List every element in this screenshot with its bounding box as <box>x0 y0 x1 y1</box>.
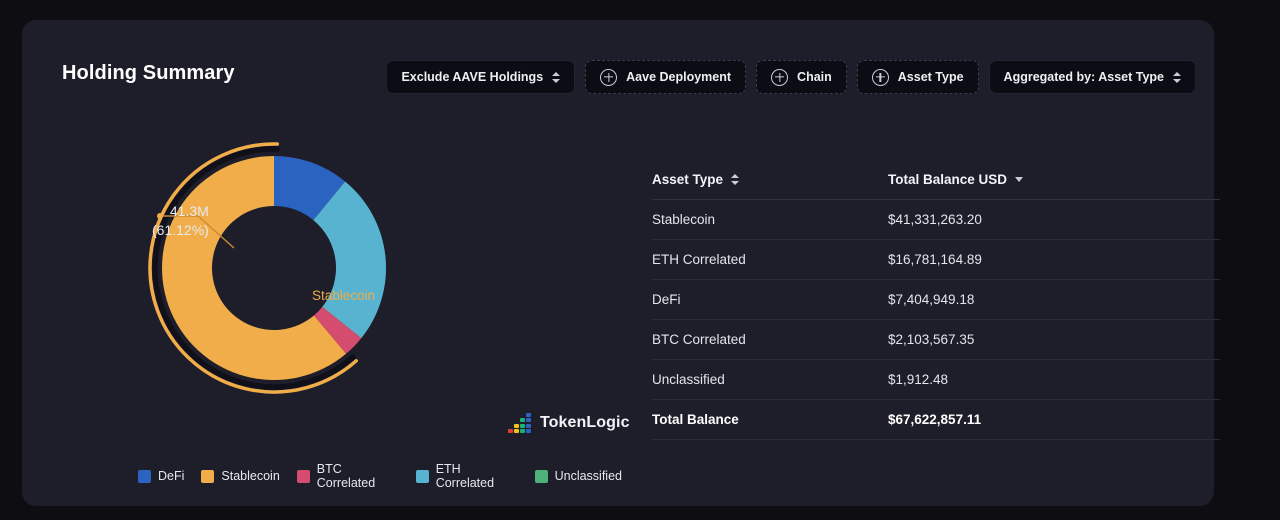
plus-circle-icon <box>771 69 788 86</box>
donut-center-label: Stablecoin <box>312 288 375 303</box>
legend-item[interactable]: ETH Correlated <box>416 462 518 490</box>
cell-asset-type: Unclassified <box>652 372 888 387</box>
up-down-chevron-icon <box>1173 72 1181 83</box>
chain-filter-button[interactable]: Chain <box>756 60 847 94</box>
aggregated-by-label: Aggregated by: Asset Type <box>1004 70 1164 84</box>
caret-down-icon <box>1015 177 1023 182</box>
chart-area: Stablecoin 41.3M (61.12%) TokenLogic DeF… <box>62 130 622 485</box>
cell-asset-type: ETH Correlated <box>652 252 888 267</box>
page-root: Holding Summary Exclude AAVE Holdings Aa… <box>0 0 1280 520</box>
legend-item[interactable]: BTC Correlated <box>297 462 399 490</box>
tokenlogic-brand: TokenLogic <box>508 412 630 433</box>
legend-item[interactable]: Stablecoin <box>201 469 279 483</box>
legend-label: BTC Correlated <box>317 462 399 490</box>
legend-item[interactable]: DeFi <box>138 469 184 483</box>
plus-circle-icon <box>872 69 889 86</box>
holding-summary-card: Holding Summary Exclude AAVE Holdings Aa… <box>22 20 1214 506</box>
legend-swatch <box>138 470 151 483</box>
cell-total-balance-usd: $2,103,567.35 <box>888 332 1220 347</box>
tokenlogic-logo-icon <box>508 412 531 433</box>
column-header-total-balance-usd[interactable]: Total Balance USD <box>888 172 1220 187</box>
table-header-row: Asset Type Total Balance USD <box>652 160 1220 200</box>
total-row-label: Total Balance <box>652 412 888 427</box>
column-header-asset-type-label: Asset Type <box>652 172 723 187</box>
column-header-asset-type[interactable]: Asset Type <box>652 172 888 187</box>
total-row-value: $67,622,857.11 <box>888 412 1220 427</box>
cell-asset-type: Stablecoin <box>652 212 888 227</box>
table-row[interactable]: ETH Correlated$16,781,164.89 <box>652 240 1220 280</box>
up-down-chevron-icon <box>552 72 560 83</box>
cell-total-balance-usd: $7,404,949.18 <box>888 292 1220 307</box>
plus-circle-icon <box>600 69 617 86</box>
exclude-aave-holdings-label: Exclude AAVE Holdings <box>401 70 543 84</box>
page-title: Holding Summary <box>62 62 235 85</box>
aggregated-by-select[interactable]: Aggregated by: Asset Type <box>989 60 1196 94</box>
cell-asset-type: DeFi <box>652 292 888 307</box>
cell-total-balance-usd: $16,781,164.89 <box>888 252 1220 267</box>
callout-value: 41.3M <box>152 202 209 221</box>
callout-percent: (61.12%) <box>152 221 209 240</box>
aave-deployment-label: Aave Deployment <box>626 70 731 84</box>
sort-updown-icon <box>731 174 739 185</box>
table-row[interactable]: Unclassified$1,912.48 <box>652 360 1220 400</box>
asset-type-label: Asset Type <box>898 70 964 84</box>
cell-asset-type: BTC Correlated <box>652 332 888 347</box>
chart-legend: DeFi Stablecoin BTC Correlated ETH Correlat… <box>138 462 622 490</box>
cell-total-balance-usd: $1,912.48 <box>888 372 1220 387</box>
legend-label: ETH Correlated <box>436 462 518 490</box>
donut-callout-label: 41.3M (61.12%) <box>152 202 209 240</box>
table-row[interactable]: Stablecoin$41,331,263.20 <box>652 200 1220 240</box>
chain-label: Chain <box>797 70 832 84</box>
legend-label: Stablecoin <box>221 469 279 483</box>
exclude-aave-holdings-button[interactable]: Exclude AAVE Holdings <box>386 60 575 94</box>
asset-type-filter-button[interactable]: Asset Type <box>857 60 979 94</box>
donut-chart[interactable]: Stablecoin 41.3M (61.12%) <box>62 130 502 430</box>
legend-label: DeFi <box>158 469 184 483</box>
cell-total-balance-usd: $41,331,263.20 <box>888 212 1220 227</box>
legend-item[interactable]: Unclassified <box>535 469 622 483</box>
legend-swatch <box>416 470 429 483</box>
legend-swatch <box>297 470 310 483</box>
column-header-total-balance-usd-label: Total Balance USD <box>888 172 1007 187</box>
table-total-row: Total Balance $67,622,857.11 <box>652 400 1220 440</box>
table-row[interactable]: DeFi$7,404,949.18 <box>652 280 1220 320</box>
aave-deployment-filter-button[interactable]: Aave Deployment <box>585 60 746 94</box>
filter-toolbar: Exclude AAVE Holdings Aave Deployment Ch… <box>386 60 1196 94</box>
table-row[interactable]: BTC Correlated$2,103,567.35 <box>652 320 1220 360</box>
legend-swatch <box>201 470 214 483</box>
asset-type-table: Asset Type Total Balance USD Stablecoin$… <box>652 160 1220 440</box>
legend-swatch <box>535 470 548 483</box>
donut-chart-svg <box>62 130 502 430</box>
tokenlogic-brand-name: TokenLogic <box>540 414 630 432</box>
legend-label: Unclassified <box>555 469 622 483</box>
